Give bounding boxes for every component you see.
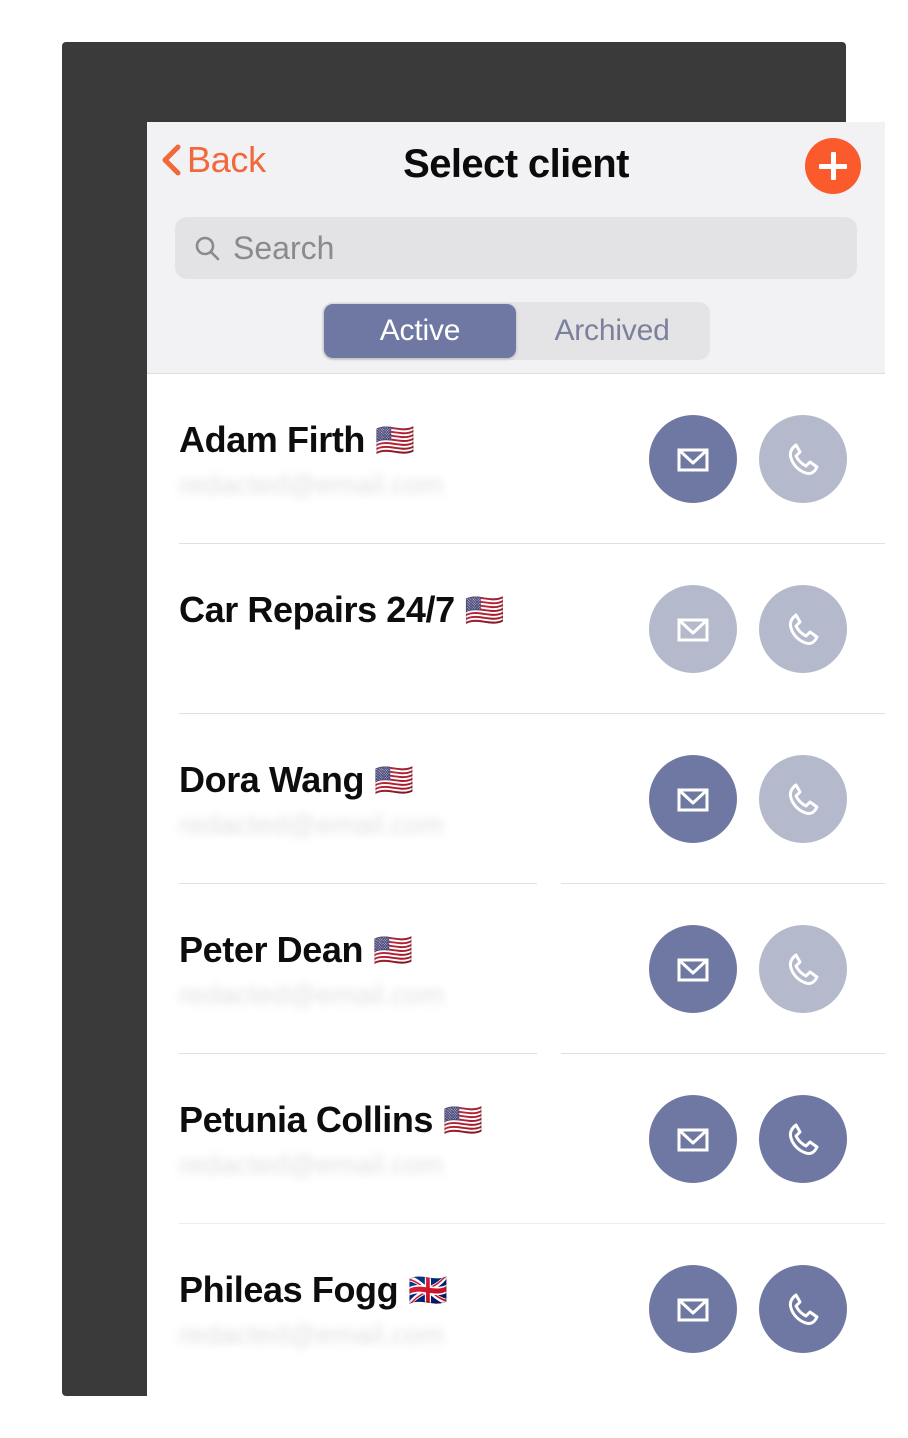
phone-screen: Back Select client Active (147, 122, 885, 1398)
flag-icon-us: 🇺🇸 (375, 422, 415, 458)
mail-icon (673, 949, 713, 989)
row-text-block: Phileas Fogg 🇬🇧 redacted@email.com (179, 1269, 649, 1350)
nav-header: Back Select client Active (147, 122, 885, 374)
client-name-label: Petunia Collins (179, 1099, 434, 1140)
client-name: Car Repairs 24/7 🇺🇸 (179, 589, 649, 631)
row-actions (649, 415, 885, 503)
phone-icon (783, 949, 823, 989)
mail-icon (673, 1119, 713, 1159)
client-list: Adam Firth 🇺🇸 redacted@email.com Car Rep… (147, 374, 885, 1394)
phone-icon (783, 1289, 823, 1329)
client-name-label: Dora Wang (179, 759, 365, 800)
client-subtitle: redacted@email.com (179, 469, 444, 500)
phone-button[interactable] (759, 925, 847, 1013)
flag-icon-us: 🇺🇸 (464, 592, 505, 628)
client-name-label: Phileas Fogg (179, 1269, 399, 1310)
client-name: Peter Dean 🇺🇸 (179, 929, 649, 971)
client-name-label: Adam Firth (179, 419, 366, 460)
row-actions (649, 925, 885, 1013)
search-icon (193, 234, 221, 262)
search-bar[interactable] (175, 217, 857, 279)
phone-button[interactable] (759, 585, 847, 673)
row-actions (649, 585, 885, 673)
phone-icon (783, 779, 823, 819)
row-text-block: Car Repairs 24/7 🇺🇸 (179, 589, 649, 669)
flag-icon-us: 🇺🇸 (373, 932, 413, 968)
row-text-block: Adam Firth 🇺🇸 redacted@email.com (179, 419, 649, 500)
mail-icon (673, 779, 713, 819)
table-row[interactable]: Car Repairs 24/7 🇺🇸 (147, 544, 885, 714)
client-subtitle: redacted@email.com (179, 979, 444, 1010)
mail-icon (673, 439, 713, 479)
row-actions (649, 1265, 885, 1353)
mail-button[interactable] (649, 415, 737, 503)
mail-button[interactable] (649, 925, 737, 1013)
row-actions (649, 755, 885, 843)
search-input[interactable] (233, 229, 793, 267)
flag-icon-us: 🇺🇸 (374, 762, 414, 798)
page-title: Select client (403, 142, 629, 186)
client-name: Adam Firth 🇺🇸 (179, 419, 649, 461)
client-name: Petunia Collins 🇺🇸 (179, 1099, 649, 1141)
add-client-button[interactable] (805, 138, 861, 194)
row-text-block: Peter Dean 🇺🇸 redacted@email.com (179, 929, 649, 1010)
table-row[interactable]: Peter Dean 🇺🇸 redacted@email.com (147, 884, 885, 1054)
phone-button[interactable] (759, 1095, 847, 1183)
tab-archived[interactable]: Archived (516, 304, 708, 358)
mail-icon (673, 1289, 713, 1329)
phone-icon (783, 1119, 823, 1159)
client-name: Phileas Fogg 🇬🇧 (179, 1269, 649, 1311)
phone-icon (783, 439, 823, 479)
table-row[interactable]: Petunia Collins 🇺🇸 redacted@email.com (147, 1054, 885, 1224)
client-name-label: Peter Dean (179, 929, 364, 970)
client-subtitle: redacted@email.com (179, 1319, 444, 1350)
phone-icon (783, 609, 823, 649)
client-name-label: Car Repairs 24/7 (179, 589, 455, 630)
flag-icon-us: 🇺🇸 (443, 1102, 483, 1138)
flag-icon-gb: 🇬🇧 (408, 1272, 448, 1308)
mail-button[interactable] (649, 1095, 737, 1183)
table-row[interactable]: Dora Wang 🇺🇸 redacted@email.com (147, 714, 885, 884)
mail-icon (673, 609, 713, 649)
device-bezel: Back Select client Active (62, 42, 885, 1398)
row-text-block: Petunia Collins 🇺🇸 redacted@email.com (179, 1099, 649, 1180)
phone-button[interactable] (759, 755, 847, 843)
client-subtitle: redacted@email.com (179, 1149, 444, 1180)
navigation-bar: Back Select client (147, 122, 885, 214)
phone-button[interactable] (759, 1265, 847, 1353)
row-text-block: Dora Wang 🇺🇸 redacted@email.com (179, 759, 649, 840)
row-actions (649, 1095, 885, 1183)
tab-active[interactable]: Active (324, 304, 516, 358)
mail-button[interactable] (649, 1265, 737, 1353)
client-subtitle: redacted@email.com (179, 809, 444, 840)
segmented-control[interactable]: Active Archived (322, 302, 710, 360)
table-row[interactable]: Adam Firth 🇺🇸 redacted@email.com (147, 374, 885, 544)
mail-button[interactable] (649, 755, 737, 843)
plus-icon-vertical (830, 152, 836, 180)
mail-button[interactable] (649, 585, 737, 673)
table-row[interactable]: Phileas Fogg 🇬🇧 redacted@email.com (147, 1224, 885, 1394)
phone-button[interactable] (759, 415, 847, 503)
client-name: Dora Wang 🇺🇸 (179, 759, 649, 801)
